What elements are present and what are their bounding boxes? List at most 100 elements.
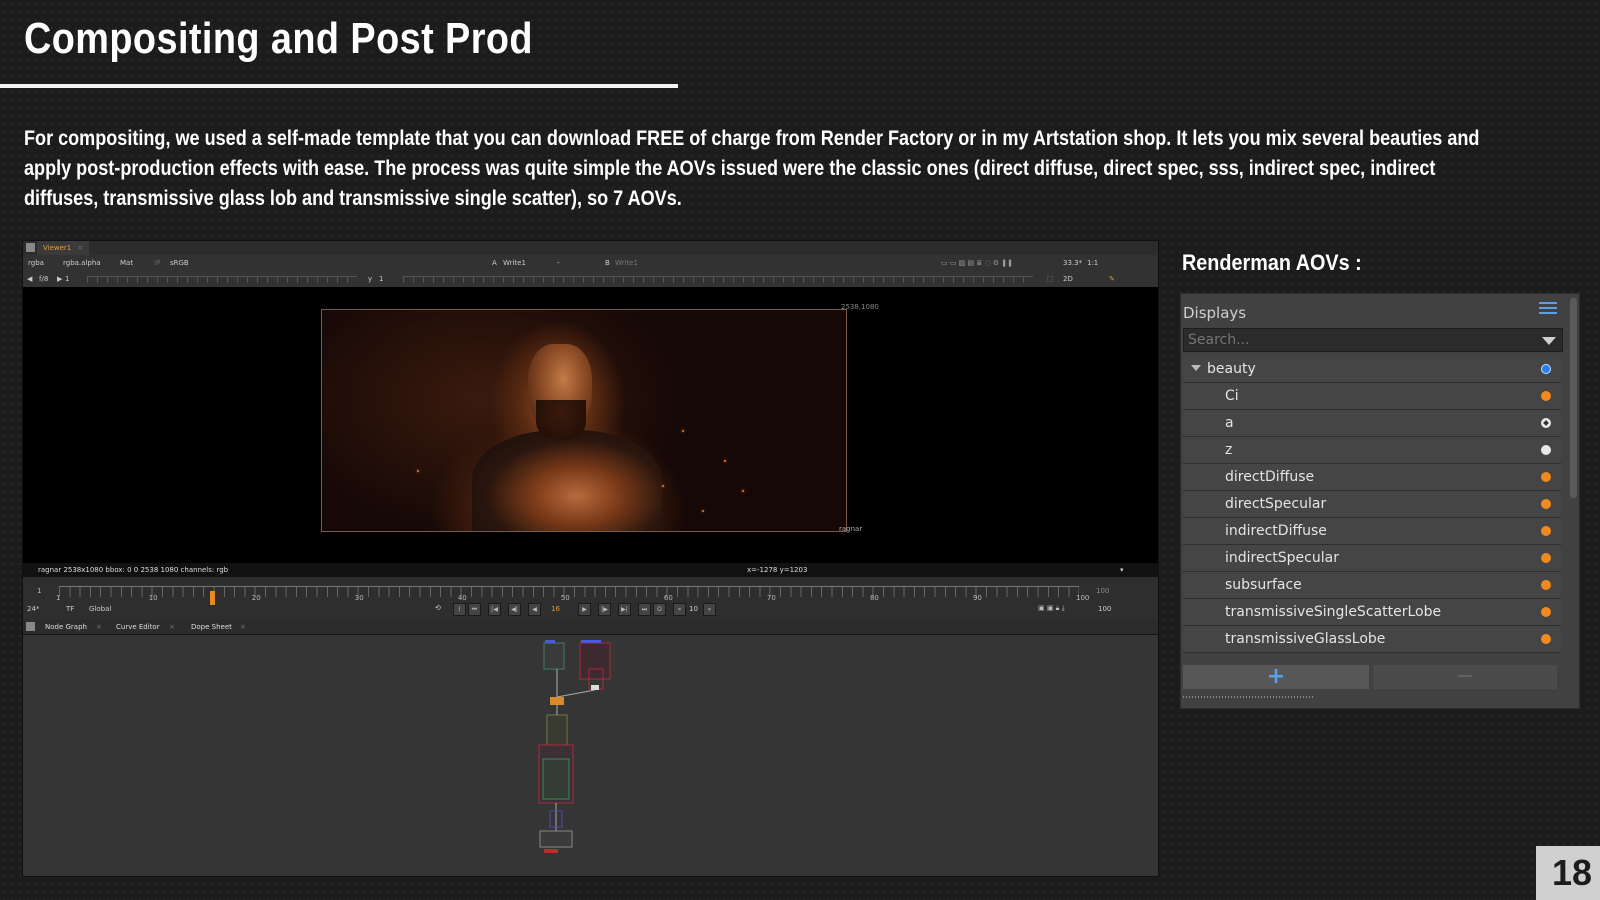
frame-step-icon[interactable]: ▶ bbox=[57, 275, 62, 283]
search-input[interactable] bbox=[1188, 332, 1528, 348]
status-dot-icon[interactable] bbox=[1541, 391, 1551, 401]
viewer-icons[interactable]: ▭ ▭ ▨ ▤ ≣ ◌ ⚙ ❚❚ bbox=[941, 259, 1013, 267]
aov-item[interactable]: indirectDiffuse bbox=[1183, 518, 1561, 545]
compare-mode-dropdown[interactable]: - bbox=[557, 259, 560, 267]
b-input-dropdown[interactable]: Write1 bbox=[615, 259, 638, 267]
gamma-y-value[interactable]: 1 bbox=[379, 275, 383, 283]
chevron-down-icon[interactable]: ▾ bbox=[1120, 566, 1124, 574]
tab-node-graph[interactable]: Node Graph bbox=[45, 623, 87, 631]
tab-curve-editor[interactable]: Curve Editor bbox=[116, 623, 160, 631]
aov-item[interactable]: subsurface bbox=[1183, 572, 1561, 599]
add-aov-button[interactable]: + bbox=[1183, 665, 1369, 689]
ember bbox=[417, 470, 419, 472]
status-dot-icon[interactable] bbox=[1541, 418, 1551, 428]
end-frame[interactable]: 100 bbox=[1098, 605, 1111, 613]
play-back-button[interactable]: ◀ bbox=[528, 603, 541, 616]
next-key-button[interactable]: ▶| bbox=[618, 603, 631, 616]
channels-dropdown[interactable]: rgba bbox=[28, 259, 44, 267]
fstop-prev-icon[interactable]: ◀ bbox=[27, 275, 32, 283]
panel-menu-icon[interactable] bbox=[26, 243, 35, 252]
viewer-gain-row: ◀ f/8 ▶ 1 y 1 ⬚ 2D ✎ bbox=[23, 271, 1158, 288]
aov-item[interactable]: transmissiveSingleScatterLobe bbox=[1183, 599, 1561, 626]
node-name-label: ragnar bbox=[839, 525, 863, 533]
status-dot-icon[interactable] bbox=[1541, 499, 1551, 509]
gamma-y-label: y bbox=[368, 275, 373, 283]
close-icon[interactable]: × bbox=[240, 623, 246, 631]
lut-dropdown[interactable]: sRGB bbox=[170, 259, 189, 267]
prev-key-button[interactable]: |◀ bbox=[488, 603, 501, 616]
play-button[interactable]: ▶ bbox=[578, 603, 591, 616]
timeline-end[interactable]: 100 bbox=[1096, 587, 1109, 595]
scrollbar[interactable] bbox=[1570, 298, 1577, 498]
paint-icon[interactable]: ✎ bbox=[1109, 275, 1115, 283]
cache-icons[interactable]: ▣ ▣ 🔒︎ ⤓ bbox=[1038, 604, 1065, 613]
scope-dropdown[interactable]: Global bbox=[89, 605, 111, 613]
a-input-dropdown[interactable]: Write1 bbox=[503, 259, 526, 267]
loop-icon[interactable]: ⟲ bbox=[435, 604, 441, 612]
a-input-label: A bbox=[492, 259, 497, 267]
aov-item[interactable]: directSpecular bbox=[1183, 491, 1561, 518]
status-dot-icon[interactable] bbox=[1541, 526, 1551, 536]
step-back-button[interactable]: ◀| bbox=[508, 603, 521, 616]
zoom-dropdown[interactable]: 33.3* bbox=[1063, 259, 1082, 267]
intro-paragraph: For compositing, we used a self-made tem… bbox=[24, 127, 1480, 210]
chevron-down-icon[interactable] bbox=[1542, 337, 1556, 345]
gamma-slider[interactable] bbox=[403, 276, 1033, 283]
ember bbox=[682, 430, 684, 432]
tf-dropdown[interactable]: TF bbox=[66, 605, 74, 613]
node-backdrop bbox=[542, 758, 570, 800]
status-dot-icon[interactable] bbox=[1541, 445, 1551, 455]
aov-item[interactable]: z bbox=[1183, 437, 1561, 464]
ip-button[interactable]: IP bbox=[154, 259, 160, 267]
fstop-value[interactable]: f/8 bbox=[39, 275, 48, 283]
status-dot-icon[interactable] bbox=[1541, 472, 1551, 482]
aov-item[interactable]: a bbox=[1183, 410, 1561, 437]
roi-icon[interactable]: ⬚ bbox=[1047, 275, 1054, 283]
view-mode-dropdown[interactable]: 2D bbox=[1063, 275, 1073, 283]
increment-value[interactable]: 10 bbox=[689, 605, 698, 613]
aov-item[interactable]: Ci bbox=[1183, 383, 1561, 410]
status-dot-icon[interactable] bbox=[1541, 634, 1551, 644]
out-point-button[interactable]: O bbox=[653, 603, 666, 616]
list-menu-icon[interactable] bbox=[1539, 302, 1557, 318]
node-tree bbox=[538, 640, 611, 853]
current-frame[interactable]: 16 bbox=[551, 605, 560, 613]
close-icon[interactable]: × bbox=[96, 623, 102, 631]
expand-triangle-icon[interactable] bbox=[1191, 365, 1201, 371]
viewer-canvas[interactable]: 2538,1080 ragnar bbox=[23, 287, 1158, 563]
panel-menu-icon[interactable] bbox=[26, 622, 35, 631]
step-forward-button[interactable]: |▶ bbox=[598, 603, 611, 616]
close-icon[interactable]: × bbox=[77, 244, 83, 252]
aov-group-beauty[interactable]: beauty bbox=[1183, 356, 1561, 383]
fps-dropdown[interactable]: 24* bbox=[27, 605, 39, 613]
first-frame-button[interactable]: ⏮ bbox=[468, 603, 481, 616]
remove-aov-button[interactable]: − bbox=[1373, 665, 1557, 689]
aov-item-label: transmissiveGlassLobe bbox=[1225, 631, 1386, 647]
timeline-start[interactable]: 1 bbox=[37, 587, 41, 595]
aov-item[interactable]: transmissiveGlassLobe bbox=[1183, 626, 1561, 653]
in-point-button[interactable]: I bbox=[453, 603, 466, 616]
tab-dope-sheet[interactable]: Dope Sheet bbox=[191, 623, 232, 631]
aov-item[interactable]: indirectSpecular bbox=[1183, 545, 1561, 572]
last-frame-button[interactable]: ⏭ bbox=[638, 603, 651, 616]
tab-viewer1[interactable]: Viewer1 × bbox=[37, 241, 90, 255]
ratio-dropdown[interactable]: 1:1 bbox=[1087, 259, 1098, 267]
skip-back-button[interactable]: « bbox=[673, 603, 686, 616]
skip-forward-button[interactable]: » bbox=[703, 603, 716, 616]
aov-item[interactable]: directDiffuse bbox=[1183, 464, 1561, 491]
node-graph-canvas[interactable] bbox=[23, 635, 1158, 876]
status-dot-icon[interactable] bbox=[1541, 364, 1551, 374]
status-dot-icon[interactable] bbox=[1541, 607, 1551, 617]
status-dot-icon[interactable] bbox=[1541, 580, 1551, 590]
aov-item-label: directDiffuse bbox=[1225, 469, 1315, 485]
status-dot-icon[interactable] bbox=[1541, 553, 1551, 563]
close-icon[interactable]: × bbox=[169, 623, 175, 631]
alpha-dropdown[interactable]: rgba.alpha bbox=[63, 259, 101, 267]
mat-dropdown[interactable]: Mat bbox=[120, 259, 133, 267]
search-field[interactable] bbox=[1183, 328, 1563, 352]
frame-step-value[interactable]: 1 bbox=[65, 275, 69, 283]
gain-slider[interactable] bbox=[87, 276, 357, 283]
aov-heading: Renderman AOVs : bbox=[1182, 250, 1362, 275]
resize-handle[interactable] bbox=[1183, 696, 1313, 698]
aov-list: beauty Ci a z directDiffuse directSpecular ind… bbox=[1183, 356, 1561, 653]
